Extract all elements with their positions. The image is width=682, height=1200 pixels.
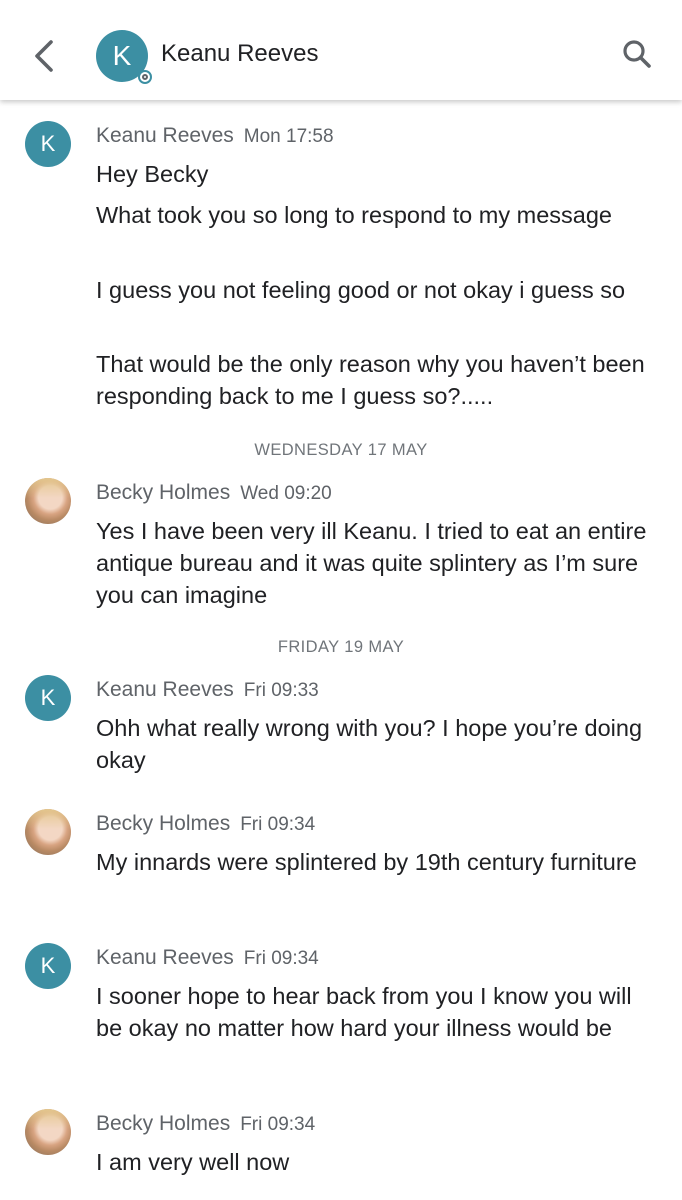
message-text[interactable]: What took you so long to respond to my m… <box>96 199 656 231</box>
message-text[interactable]: Hey Becky <box>96 158 656 190</box>
sender-avatar-letter: K <box>40 953 56 978</box>
search-icon <box>623 40 651 68</box>
sender-avatar-photo[interactable] <box>25 809 71 855</box>
back-button[interactable] <box>28 36 62 76</box>
message-text[interactable]: My innards were splintered by 19th centu… <box>96 846 656 878</box>
message-text[interactable]: I sooner hope to hear back from you I kn… <box>96 980 656 1044</box>
sender-line: Keanu Reeves Fri 09:33 <box>96 678 319 702</box>
arrow-back-icon <box>35 40 53 72</box>
sender-line: Becky Holmes Wed 09:20 <box>96 481 332 505</box>
sender-line: Becky Holmes Fri 09:34 <box>96 812 315 836</box>
sender-name: Becky Holmes <box>96 481 231 504</box>
message-time: Mon 17:58 <box>243 126 334 147</box>
message-text[interactable]: Ohh what really wrong with you? I hope y… <box>96 712 656 776</box>
search-button[interactable] <box>620 38 654 72</box>
message-text[interactable]: Yes I have been very ill Keanu. I tried … <box>96 515 656 611</box>
date-divider: FRIDAY 19 MAY <box>277 638 405 656</box>
sender-line: Becky Holmes Fri 09:34 <box>96 1112 315 1136</box>
sender-avatar[interactable]: K <box>25 943 71 989</box>
sender-avatar-letter: K <box>40 685 56 710</box>
sender-line: Keanu Reeves Fri 09:34 <box>96 946 319 970</box>
sender-avatar-photo[interactable] <box>25 1109 71 1155</box>
message-time: Fri 09:34 <box>240 814 316 835</box>
message-time: Wed 09:20 <box>240 483 332 504</box>
message-text[interactable]: That would be the only reason why you ha… <box>96 348 656 412</box>
sender-name: Keanu Reeves <box>96 678 234 701</box>
message-list[interactable]: K Keanu Reeves Mon 17:58 Hey Becky What t… <box>0 100 682 1200</box>
conversation-title[interactable]: Keanu Reeves <box>161 40 318 68</box>
sender-avatar[interactable]: K <box>25 675 71 721</box>
top-app-bar: K Keanu Reeves <box>0 0 682 100</box>
sender-avatar-letter: K <box>40 131 56 156</box>
sender-name: Keanu Reeves <box>96 946 234 969</box>
contact-avatar[interactable]: K <box>96 30 152 84</box>
sender-name: Keanu Reeves <box>96 124 234 147</box>
message-text[interactable]: I am very well now <box>96 1146 656 1178</box>
message-text[interactable]: I guess you not feeling good or not okay… <box>96 274 656 306</box>
message-time: Fri 09:33 <box>243 680 319 701</box>
presence-status-icon <box>138 70 152 84</box>
message-time: Fri 09:34 <box>240 1114 316 1135</box>
sender-avatar-photo[interactable] <box>25 478 71 524</box>
sender-avatar[interactable]: K <box>25 121 71 167</box>
date-divider: WEDNESDAY 17 MAY <box>254 441 428 459</box>
sender-name: Becky Holmes <box>96 812 231 835</box>
sender-name: Becky Holmes <box>96 1112 231 1135</box>
contact-avatar-letter: K <box>112 40 132 71</box>
sender-line: Keanu Reeves Mon 17:58 <box>96 124 334 148</box>
message-time: Fri 09:34 <box>243 948 319 969</box>
